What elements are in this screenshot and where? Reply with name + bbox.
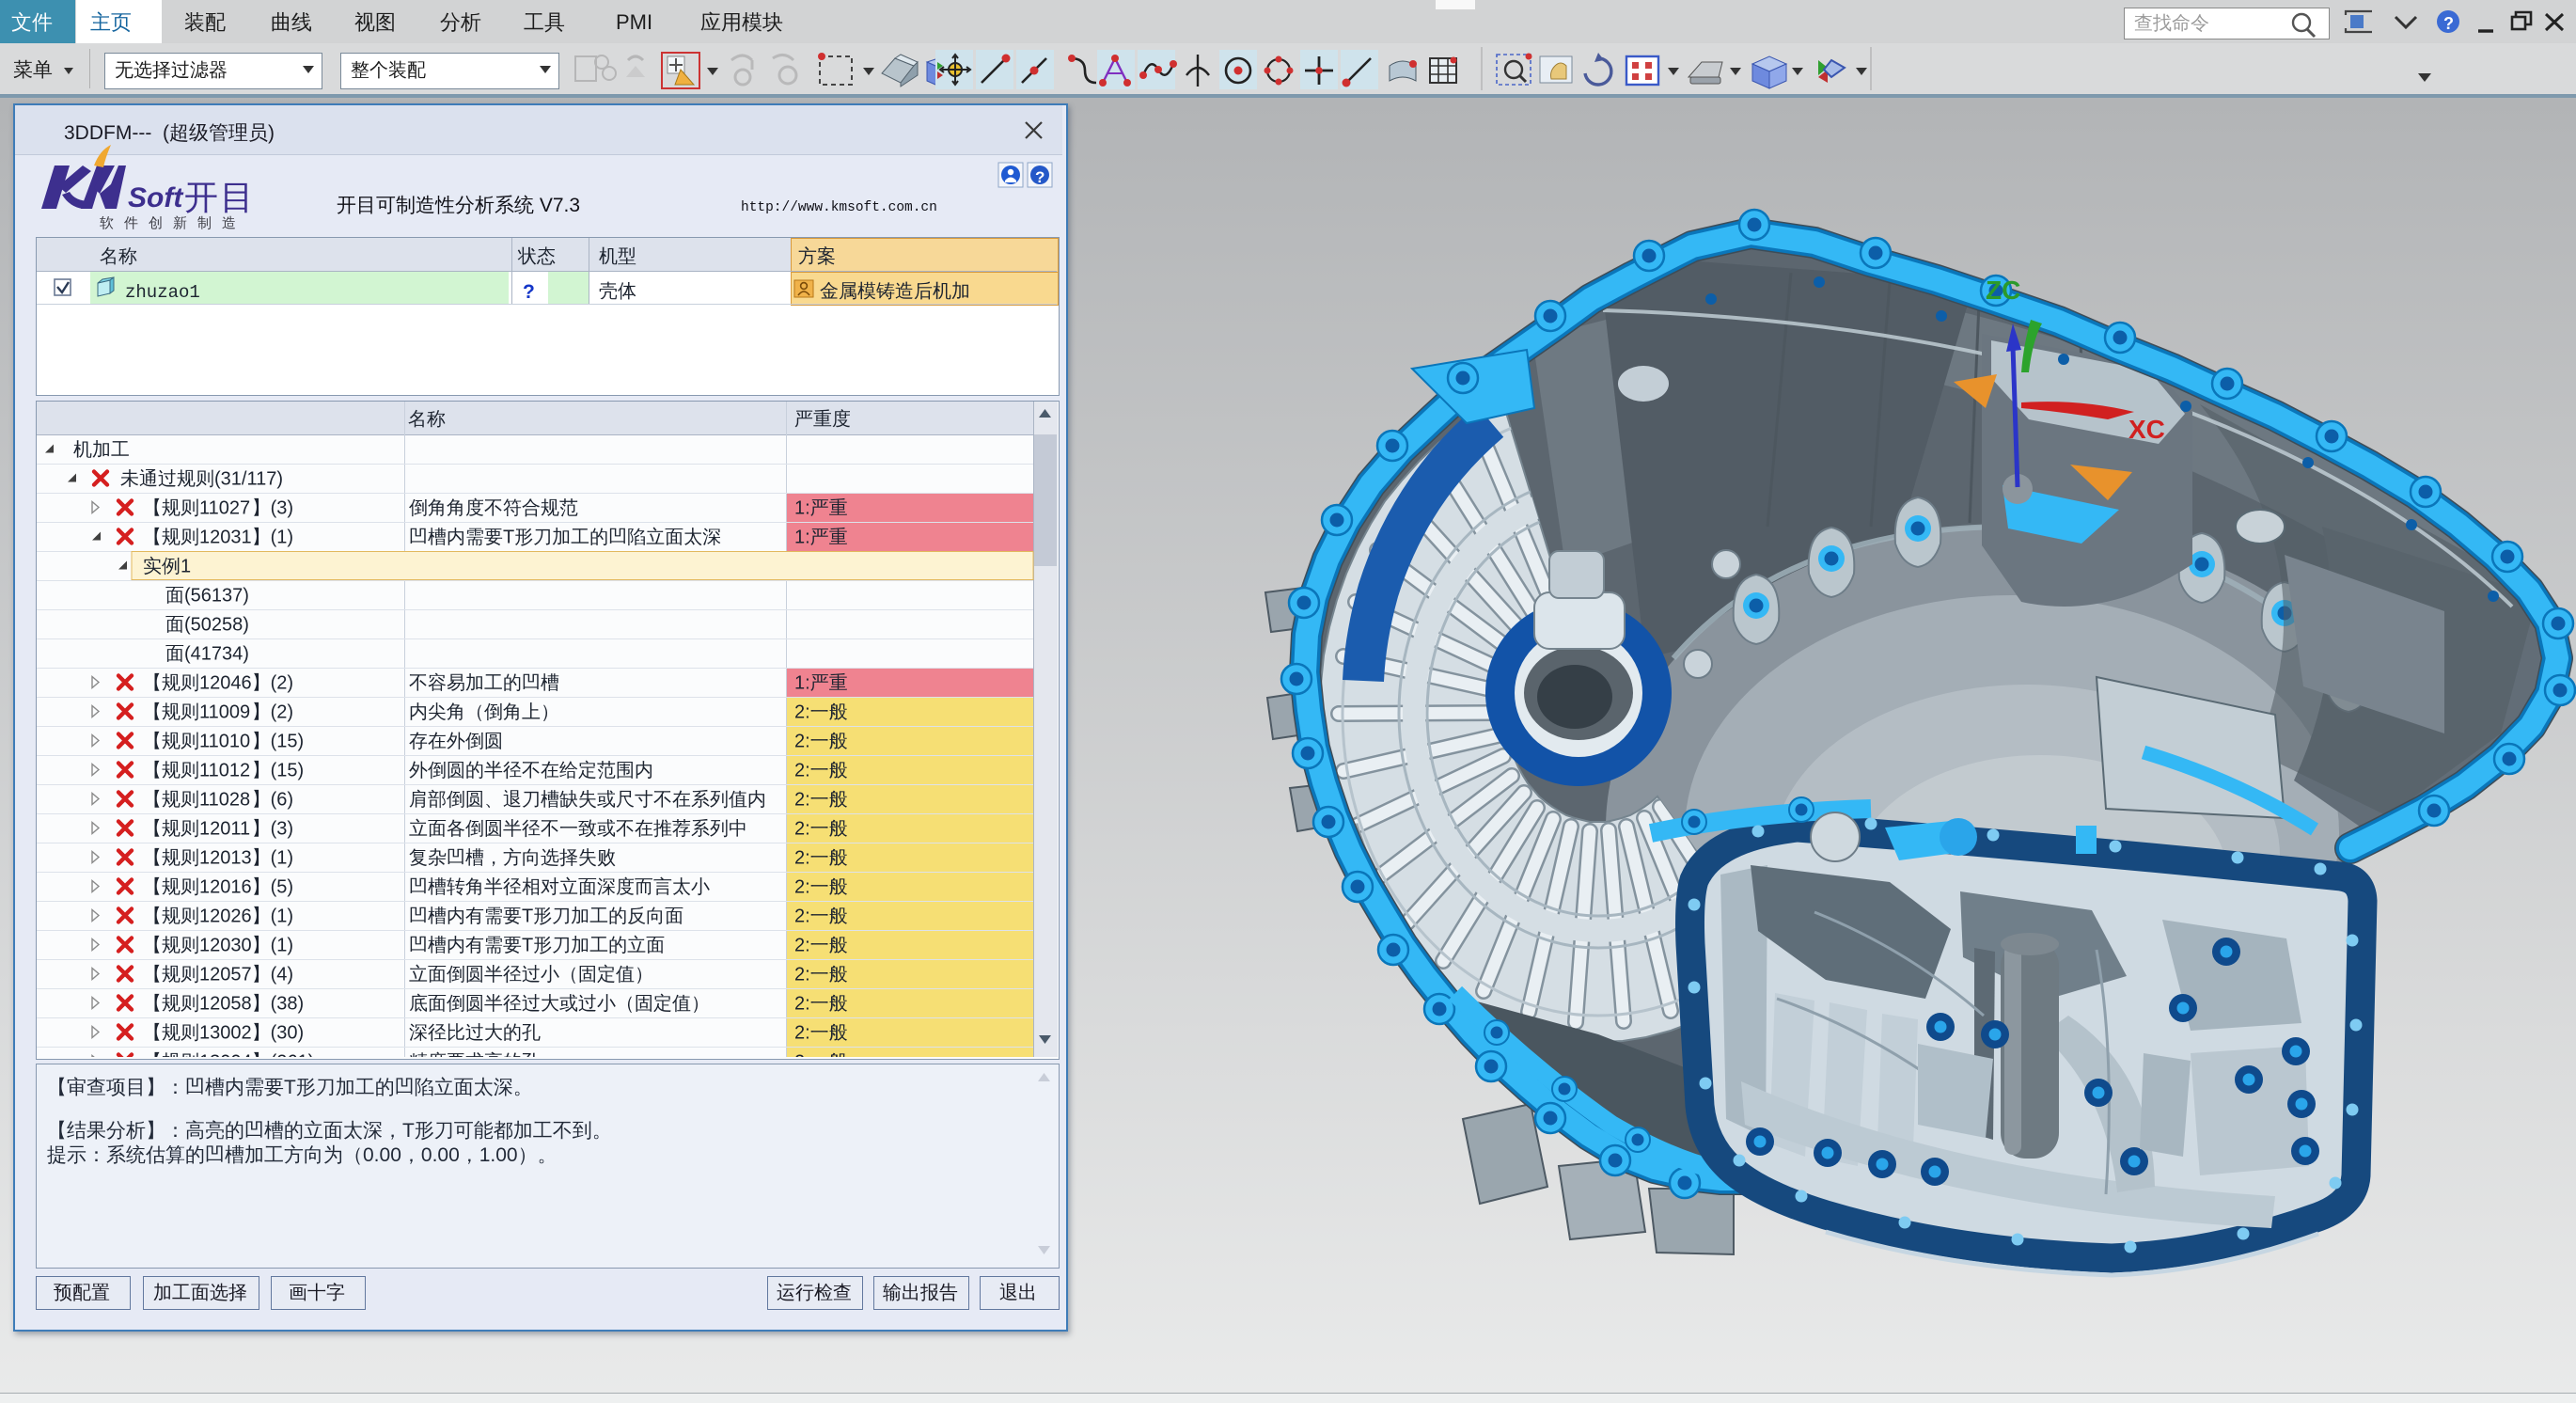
svg-text:12016: 12016 [199,877,252,898]
svg-text:2:: 2: [794,1052,810,1073]
svg-text:11009: 11009 [199,702,250,723]
svg-text:(56137): (56137) [184,586,249,607]
svg-text:2:: 2: [794,732,810,752]
svg-text:(1): (1) [271,936,293,956]
svg-text:V7.3: V7.3 [534,195,580,216]
svg-text:): ) [268,122,275,144]
svg-text:ZC: ZC [1986,276,2020,305]
svg-text:12057: 12057 [199,965,252,985]
svg-text:2:: 2: [794,906,810,927]
svg-text:(2): (2) [271,673,293,694]
svg-text:11027: 11027 [199,498,250,519]
svg-text:(1): (1) [271,848,293,869]
svg-text:(38): (38) [271,994,305,1015]
svg-text:zhuzao1: zhuzao1 [125,282,200,303]
svg-text:(15): (15) [271,732,305,752]
svg-text:2:: 2: [794,936,810,956]
svg-text:(1): (1) [271,906,293,927]
svg-text:(50258): (50258) [184,615,249,636]
svg-text:1:: 1: [794,673,810,694]
svg-text:?: ? [1035,168,1045,186]
svg-text:2:: 2: [794,965,810,985]
svg-text:(1): (1) [271,528,293,548]
svg-text:12013: 12013 [199,848,252,869]
svg-text:3DDFM--- (: 3DDFM--- ( [64,122,169,144]
svg-text:0.00: 0.00 [363,1144,401,1166]
svg-text:T: T [284,1077,296,1098]
svg-text:(15): (15) [271,761,305,781]
svg-text:(3): (3) [271,819,293,840]
svg-text:12026: 12026 [199,906,252,927]
svg-text:12058: 12058 [199,994,252,1015]
svg-text:11012: 11012 [199,761,250,781]
svg-text:(30): (30) [271,1023,305,1044]
svg-text:(261): (261) [271,1052,315,1073]
svg-text:1.00: 1.00 [479,1144,518,1166]
svg-text:(4): (4) [271,965,293,985]
svg-text:(6): (6) [271,790,293,811]
svg-text:12011: 12011 [199,819,250,840]
svg-text:Soft: Soft [128,182,184,213]
svg-text:XC: XC [2128,415,2165,444]
svg-text:?: ? [523,281,535,303]
svg-text:2:: 2: [794,848,810,869]
svg-text:http://www.kmsoft.com.cn: http://www.kmsoft.com.cn [741,200,937,215]
svg-text:T: T [522,936,533,956]
svg-text:2:: 2: [794,761,810,781]
svg-text:?: ? [2443,14,2454,33]
svg-text:13002: 13002 [199,1023,252,1044]
svg-text:11028: 11028 [199,790,250,811]
svg-text:(2): (2) [271,702,293,723]
svg-text:2:: 2: [794,994,810,1015]
svg-text:0.00: 0.00 [421,1144,460,1166]
svg-text:1: 1 [181,557,191,577]
svg-text:1:: 1: [794,528,810,548]
svg-text:(3): (3) [271,498,293,519]
svg-text:12030: 12030 [199,936,252,956]
svg-text:T: T [522,906,533,927]
svg-text:2:: 2: [794,1023,810,1044]
svg-text:(5): (5) [271,877,293,898]
svg-text:11010: 11010 [199,732,250,752]
svg-text:1:: 1: [794,498,810,519]
svg-text:12046: 12046 [199,673,252,694]
svg-text:12031: 12031 [199,528,252,548]
svg-text:PMI: PMI [616,10,652,34]
svg-text:2:: 2: [794,819,810,840]
svg-text:T: T [503,528,514,548]
svg-text:T: T [402,1120,415,1142]
svg-text:13004: 13004 [199,1052,252,1073]
svg-text:(31/117): (31/117) [214,469,283,490]
svg-text:(41734): (41734) [184,644,249,665]
svg-text:2:: 2: [794,790,810,811]
svg-text:2:: 2: [794,702,810,723]
svg-text:2:: 2: [794,877,810,898]
